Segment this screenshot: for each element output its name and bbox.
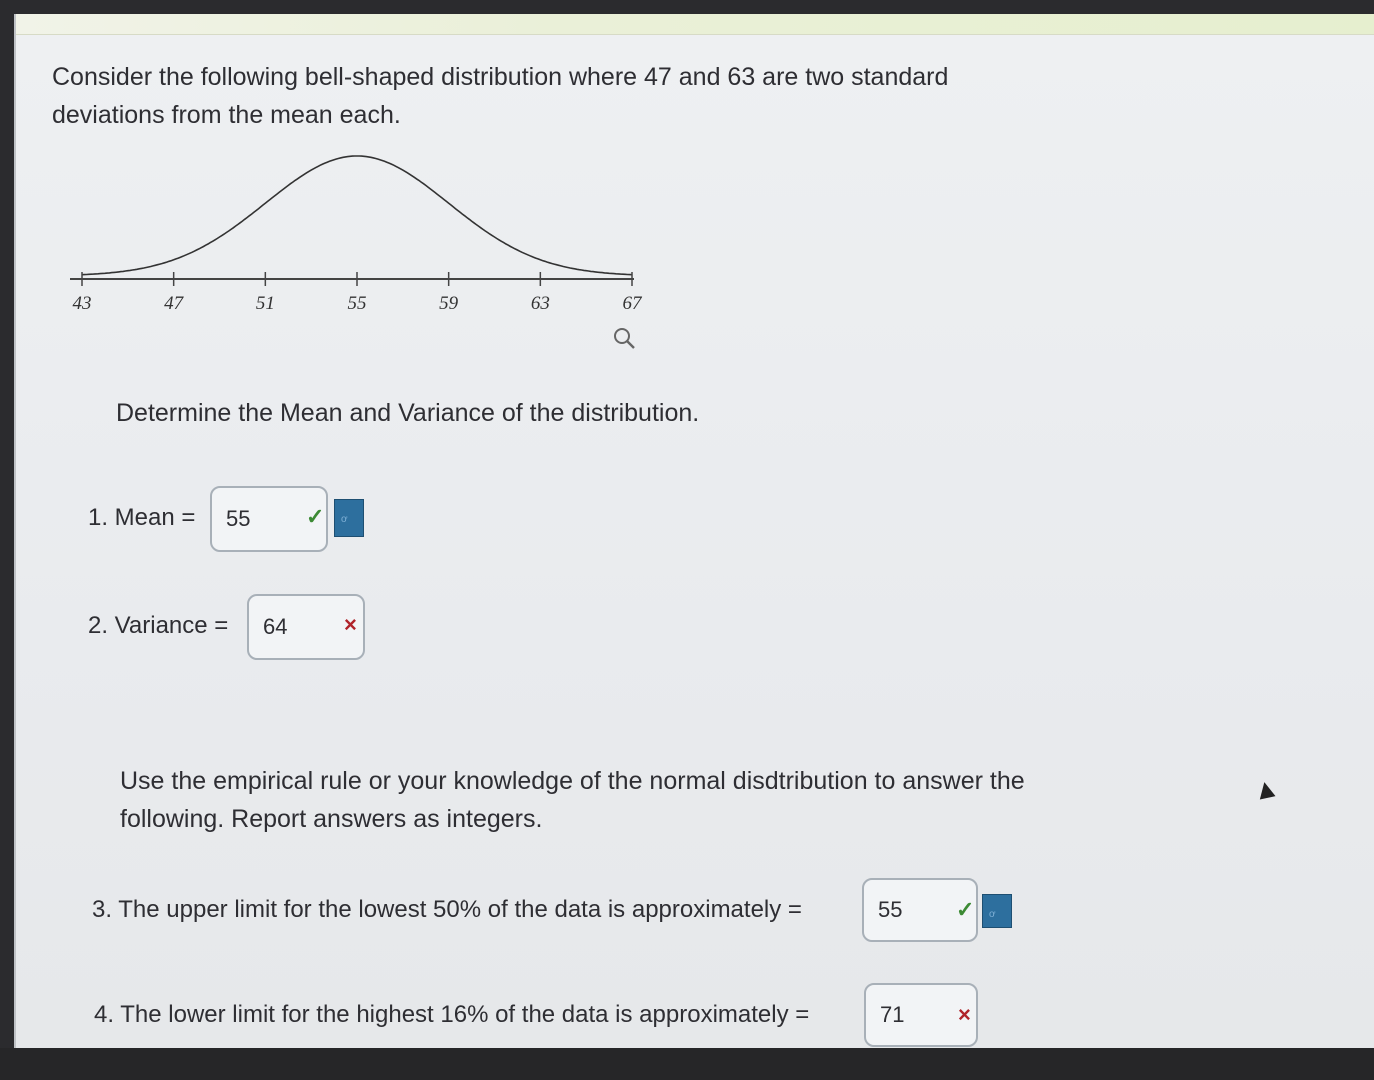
variance-answer-value: 64 [263,614,288,639]
prompt-empirical-rule: Use the empirical rule or your knowledge… [120,767,1025,833]
question-3-label: 3. The upper limit for the lowest 50% of… [92,896,802,923]
mean-answer-value: 55 [226,506,251,531]
lowest-50-answer-value: 55 [878,897,903,922]
help-button-q3[interactable]: ơ [982,894,1012,928]
x-tick-label: 51 [256,293,275,314]
x-tick-label: 67 [623,293,644,314]
correct-check-icon: ✓ [956,897,975,922]
bell-curve-chart: 43 47 51 55 59 63 67 [70,155,644,349]
prompt-mean-variance: Determine the Mean and Variance of the d… [116,399,700,427]
question-2-label: 2. Variance = [88,612,229,639]
incorrect-x-icon: × [958,1002,971,1027]
mouse-cursor-icon [1256,780,1276,800]
correct-check-icon: ✓ [306,504,325,529]
help-button-q1[interactable]: ơ [334,499,364,537]
highest-16-answer-value: 71 [880,1002,905,1027]
x-tick-label: 63 [531,293,550,314]
screen-bezel [0,1048,1374,1080]
question-panel: Consider the following bell-shaped distr… [14,14,1374,1048]
x-tick-label: 59 [439,293,459,314]
x-tick-label: 55 [348,293,367,314]
intro-text: Consider the following bell-shaped distr… [52,63,949,129]
bell-curve [81,155,633,276]
question-1-label: 1. Mean = [88,504,196,531]
magnifier-icon [614,328,635,349]
x-tick-label: 43 [73,293,92,314]
incorrect-x-icon: × [344,612,357,637]
question-4-label: 4. The lower limit for the highest 16% o… [94,1001,810,1028]
x-tick-label: 47 [164,293,185,314]
top-strip [16,14,1374,35]
